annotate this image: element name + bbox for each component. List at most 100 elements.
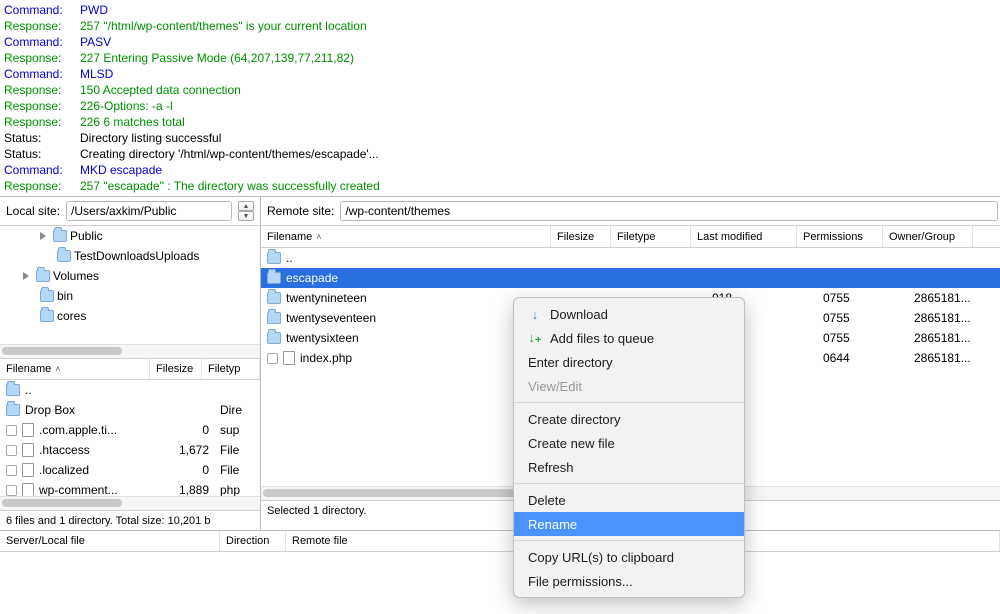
remote-site-bar: Remote site: /wp-content/themes (261, 197, 1000, 226)
col-filetype[interactable]: Filetyp (202, 359, 260, 379)
folder-icon (6, 404, 20, 416)
chevron-down-icon: ▼ (238, 211, 254, 221)
ctx-add-to-queue[interactable]: ↓₊Add files to queue (514, 326, 744, 350)
list-item[interactable]: .com.apple.ti...0sup (0, 420, 260, 440)
log-line: Status:Directory listing successful (4, 130, 996, 146)
ctx-view-edit: View/Edit (514, 374, 744, 398)
folder-icon (6, 384, 20, 396)
log-line: Command:MKD escapade (4, 162, 996, 178)
context-menu: ↓Download ↓₊Add files to queue Enter dir… (513, 297, 745, 598)
ctx-refresh[interactable]: Refresh (514, 455, 744, 479)
chevron-up-icon: ▲ (238, 201, 254, 211)
remote-site-path-input[interactable]: /wp-content/themes (340, 201, 998, 221)
remote-site-label: Remote site: (267, 204, 334, 218)
file-icon (22, 483, 34, 496)
folder-icon (53, 230, 67, 242)
file-icon (283, 351, 295, 365)
col-filename[interactable]: Filename˄ (261, 226, 551, 247)
expand-icon[interactable] (40, 232, 46, 240)
local-site-bar: Local site: /Users/axkim/Public ▲▼ (0, 197, 260, 226)
col-filesize[interactable]: Filesize (551, 226, 611, 247)
log-line: Command:MLSD (4, 66, 996, 82)
folder-icon (267, 272, 281, 284)
log-line: Command:PWD (4, 2, 996, 18)
folder-icon (267, 332, 281, 344)
col-filename[interactable]: Filename˄ (0, 359, 150, 379)
transfer-queue-header[interactable]: Server/Local file Direction Remote file … (0, 530, 1000, 552)
list-item[interactable]: Drop BoxDire (0, 400, 260, 420)
local-tree[interactable]: PublicTestDownloadsUploadsVolumesbincore… (0, 226, 260, 344)
checkbox[interactable] (6, 485, 17, 496)
log-line: Response:226 6 matches total (4, 114, 996, 130)
tree-item[interactable]: bin (0, 286, 260, 306)
remote-site-path-value: /wp-content/themes (345, 204, 450, 218)
local-path-stepper[interactable]: ▲▼ (238, 201, 254, 221)
list-item[interactable]: escapade (261, 268, 1000, 288)
ctx-download[interactable]: ↓Download (514, 302, 744, 326)
col-filesize[interactable]: Filesize (150, 359, 202, 379)
list-item[interactable]: .. (0, 380, 260, 400)
local-pane: Local site: /Users/axkim/Public ▲▼ Publi… (0, 197, 261, 530)
separator (514, 402, 744, 403)
col-server-local[interactable]: Server/Local file (0, 531, 220, 551)
checkbox[interactable] (267, 353, 278, 364)
ctx-copy-url[interactable]: Copy URL(s) to clipboard (514, 545, 744, 569)
add-queue-icon: ↓₊ (528, 330, 542, 346)
log-line: Response:226-Options: -a -l (4, 98, 996, 114)
col-filetype[interactable]: Filetype (611, 226, 691, 247)
expand-icon[interactable] (23, 272, 29, 280)
file-icon (22, 463, 34, 477)
checkbox[interactable] (6, 425, 17, 436)
tree-item[interactable]: Public (0, 226, 260, 246)
checkbox[interactable] (6, 445, 17, 456)
log-line: Response:150 Accepted data connection (4, 82, 996, 98)
folder-icon (40, 310, 54, 322)
tree-item[interactable]: Volumes (0, 266, 260, 286)
ctx-file-permissions[interactable]: File permissions... (514, 569, 744, 593)
log-line: Response:257 "escapade" : The directory … (4, 178, 996, 194)
col-lastmod[interactable]: Last modified (691, 226, 797, 247)
local-file-header[interactable]: Filename˄ Filesize Filetyp (0, 358, 260, 380)
file-icon (22, 423, 34, 437)
download-icon: ↓ (528, 307, 542, 322)
local-site-path-value: /Users/axkim/Public (71, 204, 176, 218)
col-direction[interactable]: Direction (220, 531, 286, 551)
remote-file-header[interactable]: Filename˄ Filesize Filetype Last modifie… (261, 226, 1000, 248)
local-tree-scrollbar[interactable] (0, 344, 260, 358)
list-item[interactable]: wp-comment...1,889php (0, 480, 260, 496)
separator (514, 483, 744, 484)
tree-item[interactable]: cores (0, 306, 260, 326)
folder-icon (57, 250, 71, 262)
local-file-list[interactable]: ..Drop BoxDire.com.apple.ti...0sup.htacc… (0, 380, 260, 496)
sort-asc-icon: ˄ (316, 232, 321, 242)
local-status: 6 files and 1 directory. Total size: 10,… (0, 510, 260, 530)
log-line: Command:PASV (4, 34, 996, 50)
folder-icon (267, 312, 281, 324)
ctx-create-file[interactable]: Create new file (514, 431, 744, 455)
tree-item[interactable]: TestDownloadsUploads (0, 246, 260, 266)
ctx-enter-directory[interactable]: Enter directory (514, 350, 744, 374)
col-permissions[interactable]: Permissions (797, 226, 883, 247)
col-owner[interactable]: Owner/Group (883, 226, 973, 247)
ctx-rename[interactable]: Rename (514, 512, 744, 536)
col-remote-file[interactable]: Remote file (286, 531, 524, 551)
file-icon (22, 443, 34, 457)
list-item[interactable]: .htaccess1,672File (0, 440, 260, 460)
folder-icon (267, 252, 281, 264)
folder-icon (36, 270, 50, 282)
ctx-create-directory[interactable]: Create directory (514, 407, 744, 431)
ftp-log: Command:PWDResponse:257 "/html/wp-conten… (0, 0, 1000, 196)
log-line: Response:227 Entering Passive Mode (64,2… (4, 50, 996, 66)
list-item[interactable]: .localized0File (0, 460, 260, 480)
sort-asc-icon: ˄ (55, 364, 60, 374)
local-list-scrollbar[interactable] (0, 496, 260, 510)
list-item[interactable]: .. (261, 248, 1000, 268)
folder-icon (40, 290, 54, 302)
local-site-path-input[interactable]: /Users/axkim/Public (66, 201, 232, 221)
log-line: Response:257 "/html/wp-content/themes" i… (4, 18, 996, 34)
local-site-label: Local site: (6, 204, 60, 218)
folder-icon (267, 292, 281, 304)
ctx-delete[interactable]: Delete (514, 488, 744, 512)
transfer-queue-list[interactable] (0, 552, 1000, 586)
checkbox[interactable] (6, 465, 17, 476)
